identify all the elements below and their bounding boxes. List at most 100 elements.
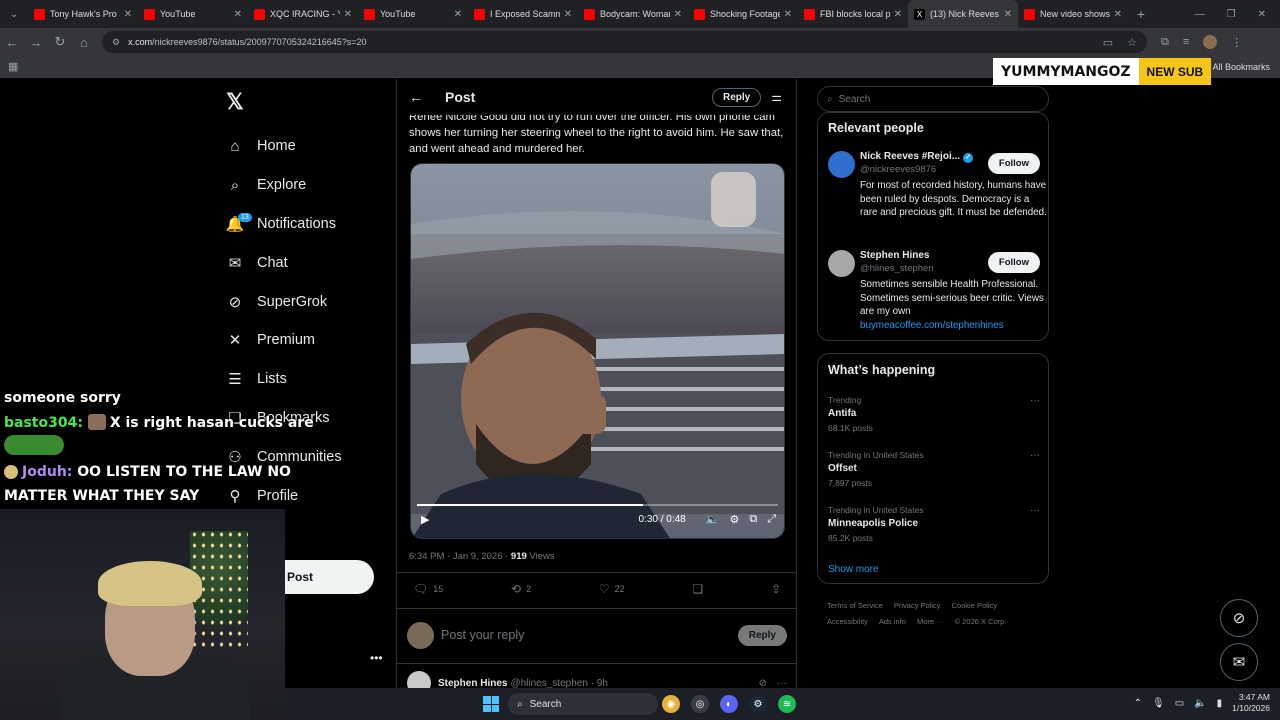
footer-link[interactable]: Cookie Policy	[952, 601, 997, 610]
reply-author-name[interactable]: Stephen Hines	[438, 678, 507, 689]
nav-item-explore[interactable]: ⌕ Explore	[226, 166, 342, 205]
search-input[interactable]: ⌕ Search	[817, 86, 1049, 112]
close-tab-icon[interactable]: ✕	[564, 9, 572, 20]
bio-link[interactable]: buymeacoffee.com/stephenhines	[860, 320, 1004, 331]
close-tab-icon[interactable]: ✕	[894, 9, 902, 20]
discord-icon[interactable]: ◐	[720, 695, 738, 713]
more-icon[interactable]: ···	[1030, 395, 1040, 406]
taskbar-search[interactable]: ⌕ Search	[508, 693, 658, 715]
nav-item-notifications[interactable]: 🔔 13 Notifications	[226, 205, 342, 244]
reply-input[interactable]: Post your reply	[441, 628, 524, 642]
apps-icon[interactable]: ▦	[8, 60, 18, 73]
volume-icon[interactable]: 🔈	[706, 513, 720, 526]
grok-fab[interactable]: ⊘	[1220, 599, 1258, 637]
spotify-icon[interactable]: ≋	[778, 695, 796, 713]
video-player[interactable]: ▶ 0:30 / 0:48 🔈 ⚙ ⧉ ⤢	[410, 163, 785, 539]
footer-link[interactable]: Privacy Policy	[894, 601, 941, 610]
browser-tab[interactable]: FBI blocks local p ✕	[798, 0, 908, 28]
follow-button[interactable]: Follow	[987, 153, 1040, 174]
bookmark-action[interactable]: ❏	[692, 582, 703, 596]
more-icon[interactable]: ···	[1030, 505, 1040, 516]
reload-icon[interactable]: ↻	[48, 34, 72, 50]
volume-icon[interactable]: 🔈	[1194, 698, 1206, 709]
bookmark-star-icon[interactable]: ☆	[1127, 36, 1137, 49]
reply-submit-button[interactable]: Reply	[737, 624, 787, 646]
extensions-icon[interactable]: ⧉	[1161, 36, 1169, 49]
windows-start-icon[interactable]	[483, 696, 499, 712]
pip-icon[interactable]: ⧉	[749, 513, 757, 526]
browser-tab[interactable]: YouTube ✕	[138, 0, 248, 28]
close-tab-icon[interactable]: ✕	[674, 9, 682, 20]
footer-link[interactable]: Accessibility	[827, 617, 868, 626]
avatar[interactable]	[828, 151, 855, 178]
show-more-link[interactable]: Show more	[828, 564, 879, 575]
browser-tab[interactable]: New video shows ✕	[1018, 0, 1128, 28]
browser-tab[interactable]: I Exposed Scamm ✕	[468, 0, 578, 28]
follow-button[interactable]: Follow	[987, 252, 1040, 273]
footer-link[interactable]: More ···	[917, 617, 944, 626]
close-window-icon[interactable]: ✕	[1258, 9, 1266, 20]
browser-tab[interactable]: X (13) Nick Reeves ✕	[908, 0, 1018, 28]
close-tab-icon[interactable]: ✕	[344, 9, 352, 20]
chevron-up-icon[interactable]: ⌃	[1134, 698, 1142, 709]
battery-icon[interactable]: ▮	[1217, 698, 1223, 709]
reply-action[interactable]: 🗨 15	[413, 582, 443, 596]
new-tab-button[interactable]: +	[1128, 6, 1154, 22]
minimize-icon[interactable]: —	[1195, 9, 1205, 20]
footer-link[interactable]: © 2026 X Corp.	[955, 617, 1007, 626]
share-action[interactable]: ⇪	[771, 582, 781, 596]
url-bar[interactable]: ⚙ x.com/nickreeves9876/status/2009770705…	[102, 31, 1147, 53]
settings-icon[interactable]: ⚙	[729, 513, 739, 526]
close-tab-icon[interactable]: ✕	[1004, 9, 1012, 20]
tab-search-button[interactable]: ⌄	[0, 0, 28, 28]
messages-fab[interactable]: ✉	[1220, 643, 1258, 681]
like-action[interactable]: ♡ 22	[599, 582, 625, 596]
browser-tab[interactable]: Tony Hawk's Pro S ✕	[28, 0, 138, 28]
steam-helper-icon[interactable]: ◎	[691, 695, 709, 713]
nav-item-home[interactable]: ⌂ Home	[226, 127, 342, 166]
reading-list-icon[interactable]: ≡	[1183, 36, 1189, 48]
reply-item[interactable]: Stephen Hines @hlines_stephen · 9h ⊘ ···	[407, 671, 787, 688]
chrome-icon[interactable]: ◉	[662, 695, 680, 713]
reply-filter-button[interactable]: Reply	[712, 87, 762, 107]
nav-item-supergrok[interactable]: ⊘ SuperGrok	[226, 282, 342, 321]
site-info-icon[interactable]: ⚙	[112, 37, 120, 48]
play-icon[interactable]: ▶	[421, 513, 429, 526]
trend-item[interactable]: Trending in United States Minneapolis Po…	[828, 505, 1040, 543]
close-tab-icon[interactable]: ✕	[124, 9, 132, 20]
clock[interactable]: 3:47 AM 1/10/2026	[1232, 692, 1270, 714]
close-tab-icon[interactable]: ✕	[784, 9, 792, 20]
video-progress-bar[interactable]	[417, 504, 778, 506]
footer-link[interactable]: Terms of Service	[827, 601, 883, 610]
browser-tab[interactable]: Shocking Footage ✕	[688, 0, 798, 28]
grok-icon[interactable]: ⊘	[759, 678, 767, 689]
browser-tab[interactable]: Bodycam: Woman ✕	[578, 0, 688, 28]
x-logo-icon[interactable]: 𝕏	[226, 89, 244, 115]
forward-icon[interactable]: →	[24, 35, 48, 50]
account-menu-icon[interactable]: •••	[370, 651, 383, 665]
home-browser-icon[interactable]: ⌂	[72, 35, 96, 50]
post-timestamp[interactable]: 6:34 PM · Jan 9, 2026 ·	[409, 551, 511, 562]
close-tab-icon[interactable]: ✕	[1114, 9, 1122, 20]
maximize-icon[interactable]: ❐	[1227, 9, 1236, 20]
back-icon[interactable]: ←	[0, 35, 24, 50]
nav-item-premium[interactable]: ✕ Premium	[226, 321, 342, 360]
trend-item[interactable]: Trending Antifa 68.1K posts ···	[828, 395, 1040, 433]
avatar[interactable]	[407, 671, 431, 688]
browser-tab[interactable]: XQC IRACING - Y ✕	[248, 0, 358, 28]
sliders-icon[interactable]: ⚌	[771, 90, 782, 104]
nav-item-chat[interactable]: ✉ Chat	[226, 243, 342, 282]
cast-icon[interactable]: ▭	[1103, 36, 1113, 49]
profile-avatar[interactable]	[1203, 35, 1218, 49]
network-icon[interactable]: ▭	[1175, 698, 1184, 709]
browser-tab[interactable]: YouTube ✕	[358, 0, 468, 28]
close-tab-icon[interactable]: ✕	[234, 9, 242, 20]
repost-action[interactable]: ⟲ 2	[511, 582, 531, 596]
mic-icon[interactable]: 🎙	[1152, 698, 1165, 709]
fullscreen-icon[interactable]: ⤢	[767, 513, 776, 526]
back-arrow-icon[interactable]: ←	[409, 89, 423, 105]
footer-link[interactable]: Ads info	[879, 617, 906, 626]
trend-item[interactable]: Trending in United States Offset 7,897 p…	[828, 450, 1040, 488]
steam-icon[interactable]: ⚙	[749, 695, 767, 713]
close-tab-icon[interactable]: ✕	[454, 9, 462, 20]
